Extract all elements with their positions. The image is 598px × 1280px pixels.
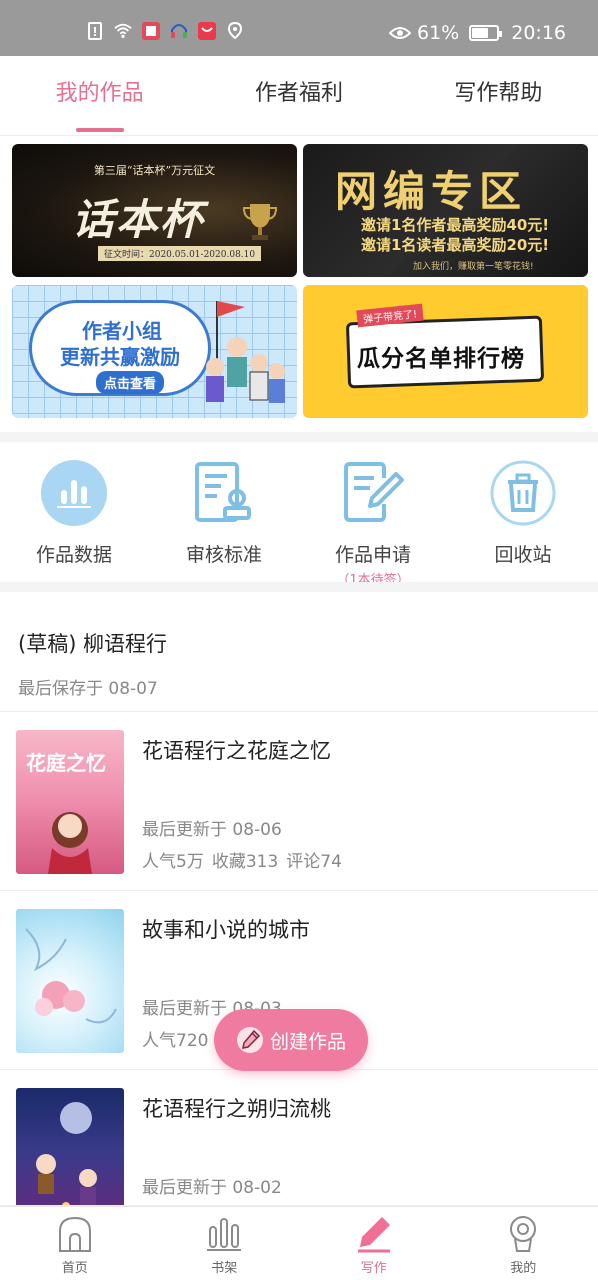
trophy-icon bbox=[243, 204, 277, 240]
action-review-standards[interactable]: 审核标准 bbox=[164, 460, 284, 567]
action-label: 作品申请 bbox=[334, 544, 411, 566]
banner-line: 邀请1名读者最高奖励20元! bbox=[361, 236, 550, 254]
location-icon bbox=[227, 22, 243, 40]
draft-title: (草稿) 柳语程行 bbox=[18, 632, 168, 656]
work-title: 花语程行之花庭之忆 bbox=[142, 739, 331, 763]
document-stamp-icon bbox=[191, 460, 257, 526]
banner-grid: 第三届“话本杯”万元征文 话本杯 征文时间：2020.05.01-2020.08… bbox=[12, 144, 588, 422]
battery-fill bbox=[472, 28, 489, 38]
svg-text:花庭之忆: 花庭之忆 bbox=[26, 751, 106, 775]
bookshelf-icon bbox=[207, 1218, 242, 1251]
battery-percent: 61% bbox=[417, 22, 460, 44]
tab-writing-help[interactable]: 写作帮助 bbox=[399, 56, 598, 135]
tab-label: 写作帮助 bbox=[454, 81, 543, 106]
tab-author-benefits[interactable]: 作者福利 bbox=[199, 56, 398, 135]
status-bar: 61% 20:16 bbox=[0, 0, 598, 56]
banner-huaben-cup[interactable]: 第三届“话本杯”万元征文 话本杯 征文时间：2020.05.01-2020.08… bbox=[12, 144, 297, 277]
write-pen-icon bbox=[357, 1217, 390, 1253]
draft-item[interactable]: (草稿) 柳语程行 最后保存于 08-07 bbox=[0, 594, 598, 712]
pen-icon bbox=[236, 1027, 263, 1053]
banner-author-group[interactable]: 作者小组 更新共赢激励 点击查看 bbox=[12, 285, 297, 418]
work-title: 花语程行之朔归流桃 bbox=[142, 1097, 331, 1121]
people-illustration bbox=[206, 301, 285, 403]
edit-document-icon bbox=[340, 460, 406, 526]
nav-label: 写作 bbox=[360, 1261, 387, 1276]
banner-ranking[interactable]: 弹子带竞了! 瓜分名单排行榜 bbox=[303, 285, 588, 418]
shop-app-icon bbox=[198, 22, 216, 40]
action-work-application[interactable]: 作品申请 （1本待签） bbox=[313, 460, 433, 588]
banner-footer: 加入我们，赚取第一笔零花钱! bbox=[413, 262, 534, 272]
book-cover bbox=[16, 1088, 124, 1205]
nav-profile[interactable]: 我的 bbox=[449, 1207, 598, 1280]
tab-label: 作者福利 bbox=[254, 81, 343, 106]
banner-title: 话本杯 bbox=[72, 195, 205, 244]
work-popularity: 人气5万 bbox=[142, 852, 204, 872]
bar-chart-icon bbox=[41, 460, 107, 526]
create-work-label: 创建作品 bbox=[269, 1030, 346, 1053]
active-tab-indicator bbox=[75, 128, 124, 132]
section-divider bbox=[0, 432, 598, 442]
action-label: 作品数据 bbox=[35, 544, 112, 566]
nav-label: 书架 bbox=[211, 1261, 238, 1276]
banner-subtitle: 第三届“话本杯”万元征文 bbox=[93, 164, 216, 177]
book-app-icon bbox=[142, 22, 160, 40]
work-title: 故事和小说的城市 bbox=[142, 918, 310, 942]
profile-icon bbox=[510, 1216, 537, 1252]
work-stats: 人气5万 收藏313 评论74 bbox=[142, 847, 350, 872]
wifi-icon bbox=[114, 23, 132, 39]
clock: 20:16 bbox=[511, 22, 566, 44]
action-label: 审核标准 bbox=[185, 544, 262, 566]
nav-bookshelf[interactable]: 书架 bbox=[150, 1207, 300, 1280]
banner-date: 征文时间：2020.05.01-2020.08.10 bbox=[98, 246, 262, 261]
trash-icon bbox=[490, 460, 556, 526]
banner-editor-zone[interactable]: 网编专区 邀请1名作者最高奖励40元! 邀请1名读者最高奖励20元! 加入我们，… bbox=[303, 144, 588, 277]
eye-icon bbox=[389, 27, 411, 39]
nav-home[interactable]: 首页 bbox=[0, 1207, 150, 1280]
app-root: 61% 20:16 我的作品 作者福利 写作帮助 第三届“话本杯”万元征文 话本… bbox=[0, 0, 598, 1280]
work-updated: 最后更新于 08-06 bbox=[142, 820, 282, 840]
home-icon bbox=[58, 1216, 91, 1252]
work-list-item[interactable]: 花语程行之朔归流桃 最后更新于 08-02 bbox=[0, 1071, 598, 1206]
tab-label: 我的作品 bbox=[55, 81, 144, 106]
banner-title: 瓜分名单排行榜 bbox=[357, 346, 525, 372]
banner-title: 网编专区 bbox=[335, 167, 528, 216]
book-cover bbox=[16, 909, 124, 1053]
work-favorites: 收藏313 bbox=[211, 852, 279, 872]
action-work-data[interactable]: 作品数据 bbox=[14, 460, 134, 567]
work-stats: 人气720 bbox=[142, 1026, 216, 1051]
banner-view-button: 点击查看 bbox=[96, 371, 165, 394]
bottom-navigation: 首页 书架 写作 我的 bbox=[0, 1206, 598, 1280]
nav-write[interactable]: 写作 bbox=[299, 1207, 449, 1280]
work-comments: 评论74 bbox=[286, 852, 342, 872]
work-updated: 最后更新于 08-02 bbox=[142, 1178, 282, 1198]
nav-label: 首页 bbox=[61, 1261, 88, 1276]
work-list-item[interactable]: 花庭之忆 花语程行之花庭之忆 最后更新于 08-06 人气5万 收藏313 评论74 bbox=[0, 713, 598, 891]
alert-icon bbox=[88, 22, 102, 40]
headset-icon bbox=[171, 24, 187, 38]
work-popularity: 人气720 bbox=[142, 1031, 209, 1051]
quick-actions: 作品数据 审核标准 作品申请 （1本待签） 回收站 bbox=[0, 442, 598, 588]
action-label: 回收站 bbox=[494, 544, 552, 566]
banner-line: 作者小组 bbox=[82, 319, 162, 343]
action-recycle-bin[interactable]: 回收站 bbox=[463, 460, 583, 567]
banner-line: 邀请1名作者最高奖励40元! bbox=[361, 216, 550, 234]
banner-line: 更新共赢激励 bbox=[60, 345, 180, 369]
create-work-button[interactable]: 创建作品 bbox=[214, 1009, 368, 1071]
tab-my-works[interactable]: 我的作品 bbox=[0, 56, 199, 135]
top-tabs: 我的作品 作者福利 写作帮助 bbox=[0, 56, 598, 136]
section-divider bbox=[0, 582, 598, 592]
book-cover: 花庭之忆 bbox=[16, 730, 124, 874]
nav-label: 我的 bbox=[510, 1261, 537, 1276]
battery-icon bbox=[469, 25, 503, 41]
draft-saved-time: 最后保存于 08-07 bbox=[18, 679, 158, 699]
